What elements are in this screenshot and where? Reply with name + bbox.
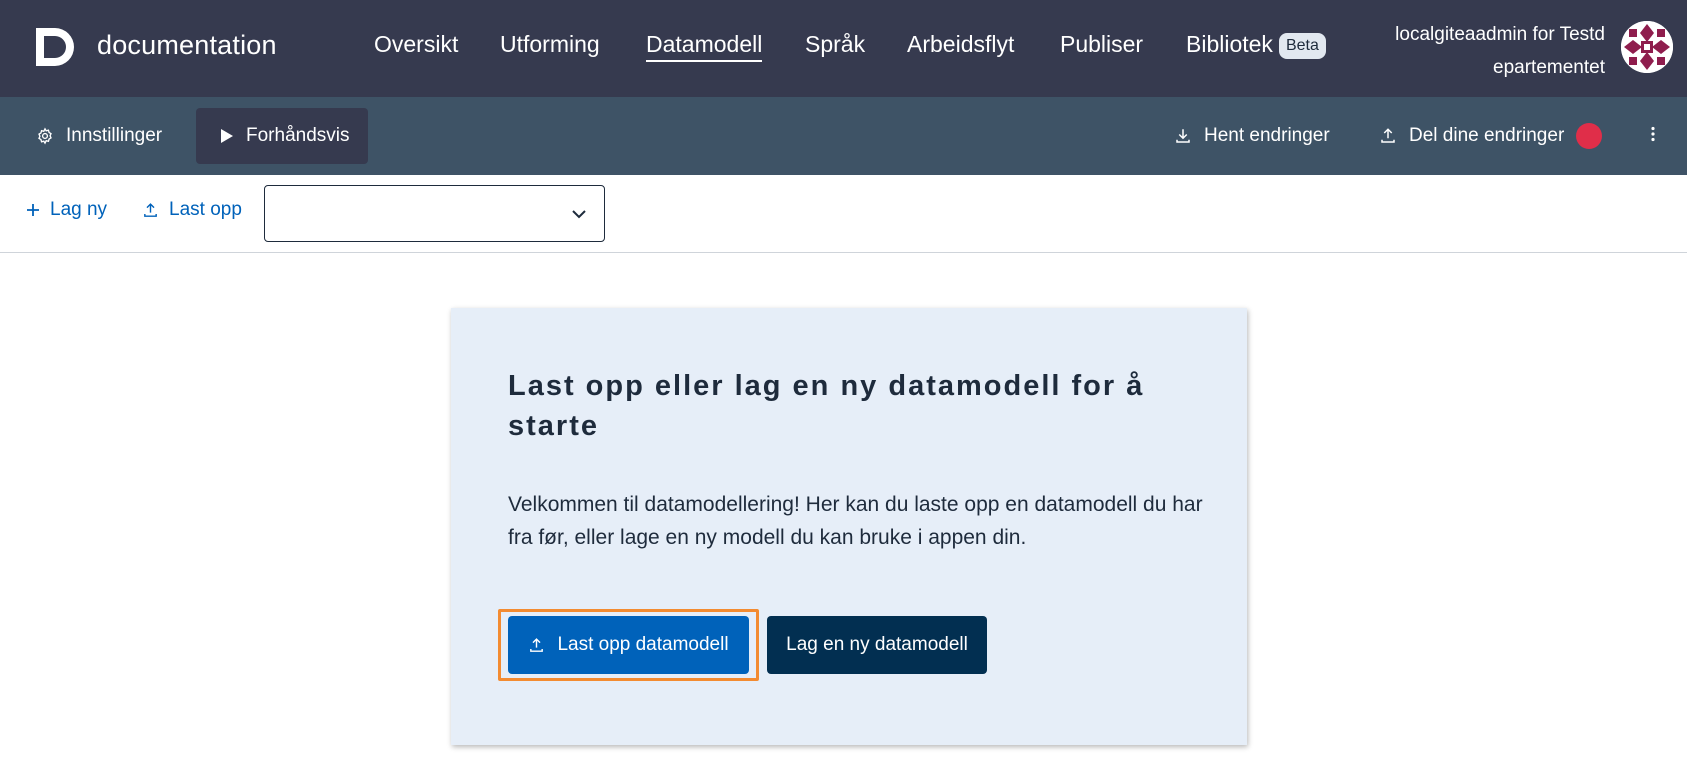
org-avatar-icon[interactable] (1621, 21, 1673, 73)
create-new-button[interactable]: Lag ny (26, 199, 107, 221)
preview-button[interactable]: Forhåndsvis (196, 108, 368, 164)
nav-oversikt[interactable]: Oversikt (374, 31, 458, 58)
nav-datamodell[interactable]: Datamodell (646, 31, 763, 62)
nav-bibliotek[interactable]: Bibliotek Beta (1186, 31, 1326, 61)
app-title[interactable]: documentation (97, 30, 277, 61)
beta-badge: Beta (1278, 33, 1326, 59)
datamodel-select[interactable] (264, 185, 605, 242)
create-datamodel-button[interactable]: Lag en ny datamodell (767, 616, 987, 674)
share-changes-button[interactable]: Del dine endringer (1379, 108, 1603, 164)
nav-publiser[interactable]: Publiser (1060, 31, 1143, 58)
fetch-changes-button[interactable]: Hent endringer (1174, 108, 1330, 164)
upload-button[interactable]: Last opp (142, 199, 242, 221)
card-heading: Last opp eller lag en ny datamodell for … (508, 370, 1145, 442)
fetch-changes-label: Hent endringer (1204, 125, 1330, 146)
download-icon (1176, 129, 1190, 143)
gear-icon (38, 127, 52, 145)
altinn-logo-icon[interactable] (36, 28, 74, 66)
changes-indicator-dot (1576, 123, 1603, 149)
nav-arbeidsflyt[interactable]: Arbeidsflyt (907, 31, 1014, 58)
card-description: Velkommen til datamodellering! Her kan d… (508, 493, 1203, 549)
upload-icon (1381, 128, 1395, 143)
chevron-down-icon (572, 210, 586, 219)
nav-utforming[interactable]: Utforming (500, 31, 600, 58)
create-new-label: Lag ny (50, 199, 108, 220)
upload-icon (530, 637, 544, 652)
play-icon (221, 129, 233, 143)
nav-sprak[interactable]: Språk (805, 31, 865, 58)
app-toolbar: Innstillinger Forhåndsvis Hent endringer… (0, 97, 1687, 175)
upload-icon (144, 202, 157, 217)
kebab-menu-icon[interactable] (1650, 126, 1656, 148)
empty-state-card: Last opp eller lag en ny datamodell for … (451, 308, 1247, 745)
settings-label: Innstillinger (66, 125, 163, 146)
user-org-label[interactable]: localgiteaadmin for Testd epartementet (1365, 18, 1605, 84)
upload-datamodel-label: Last opp datamodell (557, 634, 729, 655)
top-header: documentation Oversikt Utforming Datamod… (0, 0, 1687, 97)
nav-bibliotek-label: Bibliotek (1186, 31, 1273, 57)
settings-button[interactable]: Innstillinger (36, 108, 162, 164)
share-changes-label: Del dine endringer (1409, 125, 1565, 146)
datamodel-toolbar: Lag ny Last opp (0, 175, 1687, 253)
create-datamodel-label: Lag en ny datamodell (786, 634, 968, 655)
user-line-1: localgiteaadmin for Testd (1395, 24, 1605, 45)
upload-label: Last opp (169, 199, 242, 220)
user-line-2: epartementet (1493, 57, 1605, 78)
plus-icon (27, 204, 39, 216)
upload-datamodel-button[interactable]: Last opp datamodell (508, 616, 749, 674)
preview-label: Forhåndsvis (246, 125, 350, 146)
